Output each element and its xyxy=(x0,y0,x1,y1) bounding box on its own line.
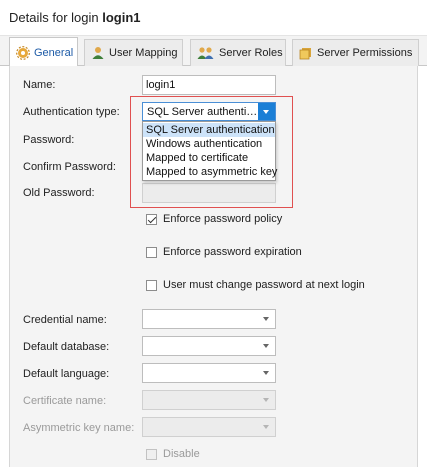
disable-label: Disable xyxy=(163,448,200,460)
enforce-expiration-checkbox[interactable] xyxy=(146,246,157,258)
chevron-down-icon xyxy=(263,344,269,348)
tab-strip: General User Mapping Server Roles Server… xyxy=(0,36,427,67)
users-icon xyxy=(197,46,215,60)
tab-user-mapping-label: User Mapping xyxy=(109,47,178,59)
tab-user-mapping[interactable]: User Mapping xyxy=(84,39,183,66)
tab-server-roles-label: Server Roles xyxy=(219,47,283,59)
tab-general-label: General xyxy=(34,46,74,59)
asymmetric-key-name-combo xyxy=(142,417,276,437)
default-language-combo[interactable] xyxy=(142,363,276,383)
login-name-title: login1 xyxy=(102,10,141,25)
enforce-policy-checkbox[interactable] xyxy=(146,213,157,225)
default-database-label: Default database: xyxy=(23,341,110,353)
confirm-password-label: Confirm Password: xyxy=(23,161,116,173)
gear-icon xyxy=(16,45,30,60)
highlight-frame xyxy=(130,96,293,208)
enforce-policy-label: Enforce password policy xyxy=(163,213,283,225)
tab-server-permissions[interactable]: Server Permissions xyxy=(292,39,419,66)
chevron-down-icon xyxy=(263,398,269,402)
general-panel: Name: login1 Authentication type: Passwo… xyxy=(9,66,418,467)
title-bar: Details for login login1 xyxy=(0,0,427,36)
user-icon xyxy=(91,46,105,60)
asymmetric-key-name-label: Asymmetric key name: xyxy=(23,422,135,434)
enforce-expiration-label: Enforce password expiration xyxy=(163,246,302,258)
chevron-down-icon xyxy=(263,371,269,375)
certificate-name-label: Certificate name: xyxy=(23,395,107,407)
auth-type-label: Authentication type: xyxy=(23,106,120,118)
must-change-label: User must change password at next login xyxy=(163,279,365,291)
chevron-down-icon xyxy=(263,317,269,321)
enforce-policy-row[interactable]: Enforce password policy xyxy=(146,213,282,225)
default-database-combo[interactable] xyxy=(142,336,276,356)
credential-name-label: Credential name: xyxy=(23,314,107,326)
tab-server-roles[interactable]: Server Roles xyxy=(190,39,286,66)
must-change-row[interactable]: User must change password at next login xyxy=(146,279,365,291)
title-prefix: Details for login xyxy=(9,10,99,25)
certificate-name-combo xyxy=(142,390,276,410)
name-input[interactable]: login1 xyxy=(142,75,276,95)
old-password-label: Old Password: xyxy=(23,187,95,199)
tab-general[interactable]: General xyxy=(9,37,78,67)
chevron-down-icon xyxy=(263,425,269,429)
default-language-label: Default language: xyxy=(23,368,110,380)
credential-name-combo[interactable] xyxy=(142,309,276,329)
key-icon xyxy=(299,46,313,60)
disable-row: Disable xyxy=(146,448,200,460)
name-label: Name: xyxy=(23,79,56,91)
window-title: Details for login login1 xyxy=(9,10,141,25)
must-change-checkbox[interactable] xyxy=(146,279,157,291)
disable-checkbox xyxy=(146,448,157,460)
enforce-expiration-row[interactable]: Enforce password expiration xyxy=(146,246,302,258)
tab-server-permissions-label: Server Permissions xyxy=(317,47,413,59)
password-label: Password: xyxy=(23,134,75,146)
